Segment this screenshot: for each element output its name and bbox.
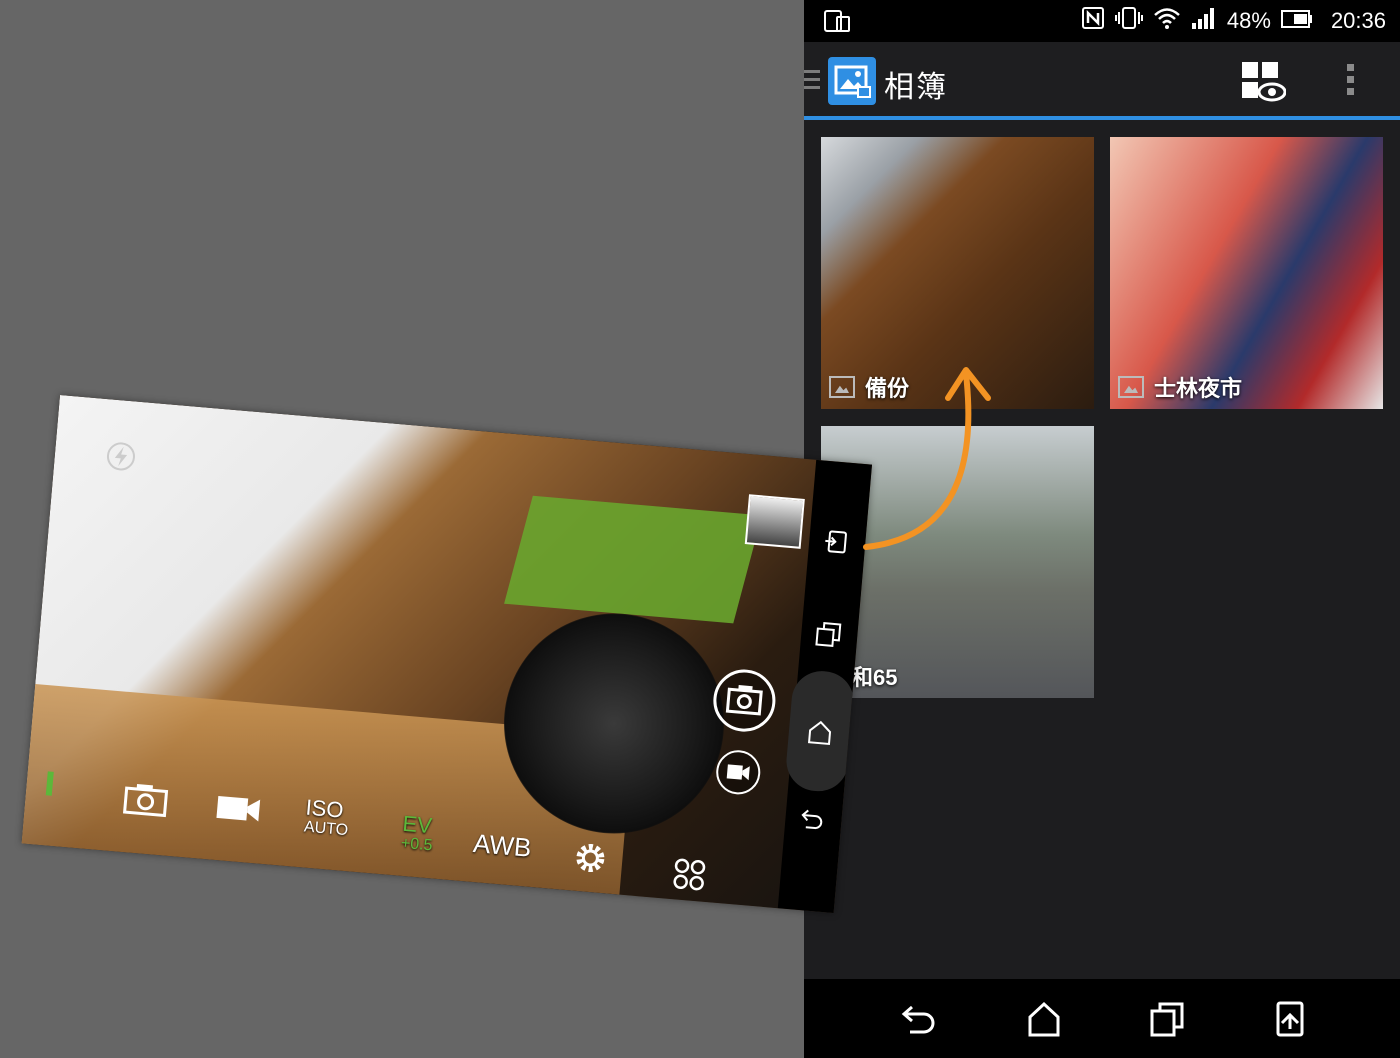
action-bar: 相簿 <box>804 42 1400 118</box>
record-button[interactable] <box>714 748 763 797</box>
album-name: 備份 <box>865 376 910 401</box>
wifi-icon <box>1153 6 1181 36</box>
battery-percent: 48% <box>1226 8 1271 33</box>
nfc-icon <box>1081 6 1105 36</box>
album-view-icon[interactable] <box>1240 60 1287 104</box>
shutter-button[interactable] <box>710 667 778 735</box>
back-icon[interactable] <box>798 806 827 839</box>
recent-apps-icon[interactable] <box>814 620 843 653</box>
iso-setting[interactable]: ISO AUTO <box>303 795 350 842</box>
navigation-bar <box>804 979 1400 1058</box>
album-icon <box>1118 376 1144 398</box>
camera-mode-icon[interactable] <box>122 782 169 823</box>
viewfinder-background <box>504 495 762 624</box>
action-bar-divider <box>804 116 1400 120</box>
gallery-app: 48% 20:36 相簿 備份 士林夜市 安和65 <box>804 0 1400 1058</box>
album-name: 士林夜市 <box>1154 376 1243 401</box>
screenshot-icon[interactable] <box>1272 999 1312 1039</box>
settings-icon[interactable] <box>570 839 609 883</box>
back-icon[interactable] <box>900 999 940 1039</box>
video-mode-icon[interactable] <box>214 792 263 831</box>
ev-setting[interactable]: EV +0.5 <box>400 810 435 857</box>
screenshot-icon[interactable] <box>822 529 850 560</box>
album-icon <box>829 376 855 398</box>
signal-icon <box>1191 7 1217 35</box>
status-bar: 48% 20:36 <box>804 0 1400 42</box>
flash-icon[interactable] <box>103 439 138 479</box>
drawer-menu-icon[interactable] <box>804 70 820 94</box>
overflow-menu-icon[interactable] <box>1347 64 1355 100</box>
modes-grid-icon[interactable] <box>672 857 707 897</box>
gallery-app-icon[interactable] <box>828 57 876 105</box>
page-title: 相簿 <box>884 71 948 104</box>
screen-rotate-icon <box>824 9 850 38</box>
clock: 20:36 <box>1330 8 1386 33</box>
vibrate-icon <box>1114 6 1143 36</box>
last-photo-thumbnail[interactable] <box>744 494 805 549</box>
iso-value: AUTO <box>303 818 349 840</box>
ev-value: +0.5 <box>400 834 434 855</box>
recent-apps-icon[interactable] <box>1148 999 1188 1039</box>
camera-screenshot: ISO AUTO EV +0.5 AWB <box>21 395 873 913</box>
battery-icon <box>1280 8 1313 34</box>
home-icon[interactable] <box>805 718 834 751</box>
white-balance-setting[interactable]: AWB <box>472 828 533 864</box>
album-tile[interactable]: 備份 <box>821 137 1094 409</box>
home-icon[interactable] <box>1024 999 1064 1039</box>
album-tile[interactable]: 士林夜市 <box>1110 137 1383 409</box>
ev-label: EV <box>401 810 433 839</box>
